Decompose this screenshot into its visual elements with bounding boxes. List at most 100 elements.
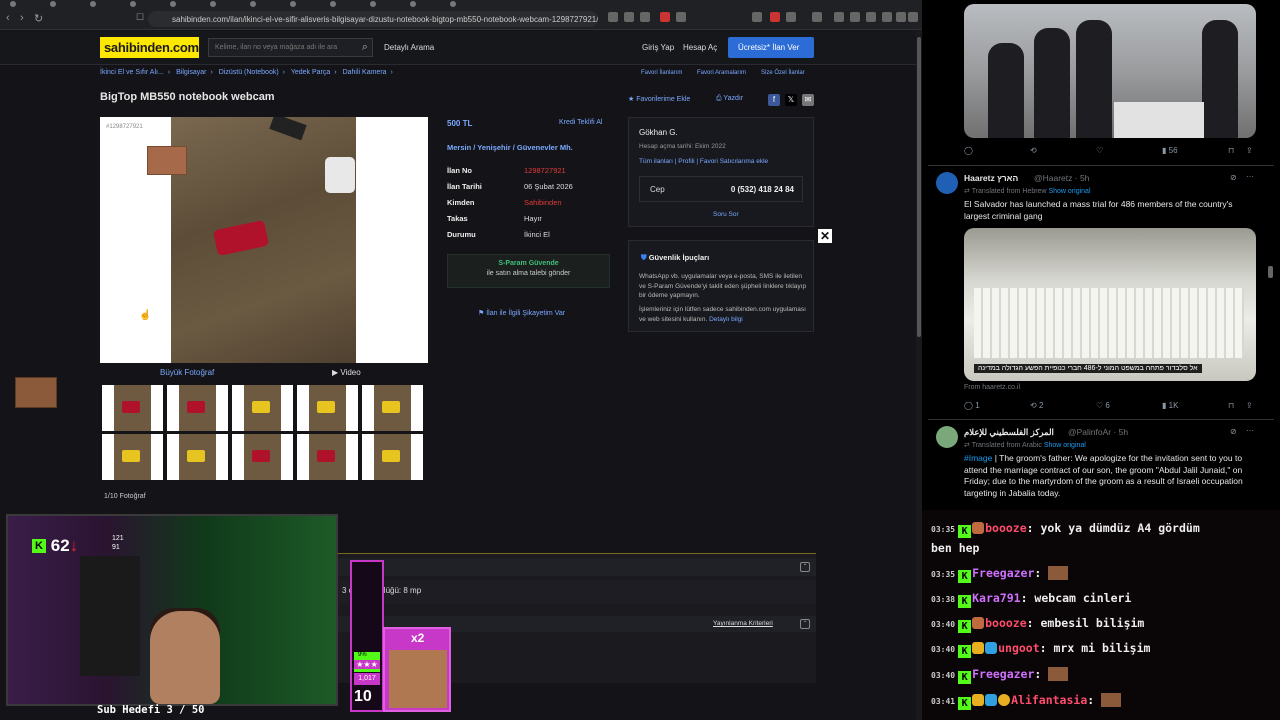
large-photo-link[interactable]: Büyük Fotoğraf [160,368,214,377]
grok-icon[interactable]: ⊘ [1230,427,1237,436]
tweet-image[interactable] [964,4,1256,138]
complaint-link[interactable]: ⚑ İlan ile İlgili Şikayetim Var [478,309,565,317]
favorite-seller-link[interactable]: Favori Satıcılarıma ekle [700,158,768,165]
retweet-icon[interactable]: ⟲ 2 [1030,401,1043,410]
like-icon[interactable]: ♡ 6 [1096,401,1110,410]
breadcrumb-item[interactable]: Dahili Kamera [343,69,387,76]
post-ad-button[interactable]: Ücretsiz* İlan Ver [728,37,814,58]
ask-question-link[interactable]: Soru Sor [713,211,739,218]
share-icon[interactable]: ⇪ [1246,401,1253,410]
chat-username[interactable]: ungoot [998,641,1040,655]
chat-username[interactable]: Freegazer [972,667,1034,681]
chat-username[interactable]: Kara791 [972,591,1020,605]
scroll-thumb[interactable] [917,37,921,337]
translate-icon[interactable] [608,12,618,22]
photo-thumbnail[interactable] [232,434,293,480]
location-link[interactable]: Mersin / Yenişehir / Güvenevler Mh. [447,143,573,152]
breadcrumb-item[interactable]: Bilgisayar [176,69,206,76]
publishing-criteria-link[interactable]: Yayınlanma Kriterleri [713,620,773,627]
breadcrumb-item[interactable]: Yedek Parça [291,69,330,76]
breadcrumb-item[interactable]: İkinci El ve Sıfır Alı... [100,69,164,76]
tab-icon[interactable] [90,1,96,7]
grok-icon[interactable]: ⊘ [1230,173,1237,182]
show-original-link[interactable]: Show original [1048,188,1090,195]
reply-icon[interactable]: ◯ 1 [964,401,980,410]
more-icon[interactable]: ··· [1246,172,1254,181]
menu-icon[interactable] [908,12,918,22]
tab-icon[interactable] [450,1,456,7]
tab-icon[interactable] [370,1,376,7]
avatar[interactable] [936,172,958,194]
tab-icon[interactable] [10,1,16,7]
extension-icon[interactable] [866,12,876,22]
main-photo[interactable]: #1298727921 [100,117,428,363]
extension-icon[interactable] [786,12,796,22]
tab-icon[interactable] [210,1,216,7]
tab-icon[interactable] [410,1,416,7]
site-logo[interactable]: sahibinden.com [100,37,199,58]
chevron-up-icon[interactable]: ⌃ [800,619,810,629]
like-icon[interactable]: ♡ [1096,146,1103,155]
reload-icon[interactable]: ↻ [34,12,43,25]
bookmark-icon[interactable]: ⊓ [1228,401,1234,410]
tweet-handle[interactable]: @Haaretz · 5h [1034,173,1089,183]
reply-icon[interactable]: ◯ [964,146,973,155]
tab-icon[interactable] [330,1,336,7]
show-original-link[interactable]: Show original [1044,442,1086,449]
photo-thumbnail[interactable] [297,434,358,480]
special-listings-link[interactable]: Size Özel İlanlar [761,70,805,76]
tweet-author[interactable]: المركز الفلسطيني للإعلام [964,427,1054,438]
add-favorite-button[interactable]: ★ Favorilerime Ekle [628,95,690,103]
chat-username[interactable]: Alifantasia [1011,693,1087,707]
tab-icon[interactable] [130,1,136,7]
photo-thumbnail[interactable] [167,385,228,431]
profile-link[interactable]: Profili [678,158,694,165]
hashtag-link[interactable]: #Image [964,453,992,463]
tab-icon[interactable] [250,1,256,7]
chat-username[interactable]: boooze [985,616,1027,630]
details-link[interactable]: Detaylı bilgi [709,316,743,323]
detailed-search-link[interactable]: Detaylı Arama [384,43,434,52]
zoom-icon[interactable] [624,12,634,22]
search-input[interactable]: Kelime, ilan no veya mağaza adı ile ara … [208,38,373,57]
retweet-icon[interactable]: ⟲ [1030,146,1037,155]
all-listings-link[interactable]: Tüm ilanları [639,158,673,165]
print-button[interactable]: ⎙ Yazdır [716,95,743,103]
avatar[interactable] [936,426,958,448]
extension-icon[interactable] [812,12,822,22]
seller-name[interactable]: Gökhan G. [639,128,678,137]
extension-icon[interactable] [660,12,670,22]
x-icon[interactable]: 𝕏 [785,94,797,106]
tab-icon[interactable] [290,1,296,7]
chat-username[interactable]: Freegazer [972,566,1034,580]
share-icon[interactable] [640,12,650,22]
forward-icon[interactable]: › [20,12,24,24]
breadcrumb-item[interactable]: Dizüstü (Notebook) [219,69,279,76]
bookmark-icon[interactable]: ☐ [136,12,144,23]
extension-icon[interactable] [882,12,892,22]
photo-thumbnail[interactable] [102,434,163,480]
photo-thumbnail[interactable] [167,434,228,480]
photo-thumbnail[interactable] [102,385,163,431]
extension-icon[interactable] [850,12,860,22]
extension-icon[interactable] [752,12,762,22]
views-icon[interactable]: ▮ 1K [1162,401,1178,410]
extension-icon[interactable] [770,12,780,22]
mail-icon[interactable]: ✉ [802,94,814,106]
tab-icon[interactable] [50,1,56,7]
tweet-image[interactable]: אל סלבדור פתחה במשפט המוני ל-486 חברי כנ… [964,228,1256,381]
link-source[interactable]: From haaretz.co.il [964,384,1020,391]
extension-icon[interactable] [834,12,844,22]
feed-scrollbar[interactable] [1268,266,1273,278]
chevron-up-icon[interactable]: ⌃ [800,562,810,572]
video-link[interactable]: ▶ Video [332,368,361,377]
favorite-searches-link[interactable]: Favori Aramalarım [697,70,746,76]
chat-username[interactable]: boooze [985,521,1027,535]
address-bar[interactable]: sahibinden.com/ilan/ikinci-el-ve-sifir-a… [148,11,598,27]
photo-thumbnail[interactable] [362,434,423,480]
photo-thumbnail[interactable] [362,385,423,431]
search-icon[interactable]: ⌕ [362,41,368,54]
back-icon[interactable]: ‹ [6,12,10,24]
login-link[interactable]: Giriş Yap [642,43,674,52]
more-icon[interactable]: ··· [1246,426,1254,435]
